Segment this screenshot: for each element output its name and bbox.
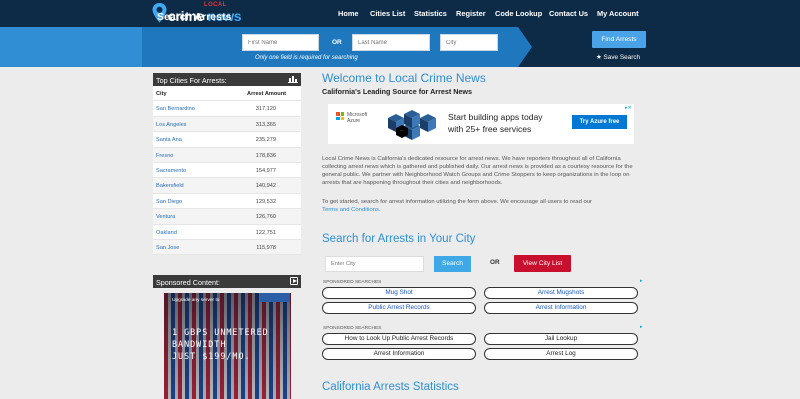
band-or-label: OR <box>332 39 342 46</box>
get-started-text: To get started, search for arrest inform… <box>322 199 593 205</box>
column-city: City <box>156 91 167 97</box>
view-city-list-button[interactable]: View City List <box>514 255 571 272</box>
sponsored-search-link[interactable]: Jail Lookup <box>484 333 638 345</box>
arrest-amount: 235,279 <box>255 137 276 144</box>
terms-link[interactable]: Terms and Conditions <box>322 207 379 213</box>
top-cities-header: Top Cities For Arrests: <box>153 73 301 86</box>
arrest-amount: 317,120 <box>255 106 276 113</box>
table-row: Ventura 126,760 <box>153 209 301 225</box>
top-cities-table: City Arrest Amount San Bernardino 317,120… <box>153 86 301 256</box>
arrest-amount: 129,532 <box>255 198 276 205</box>
arrest-amount: 313,365 <box>255 121 276 128</box>
azure-ad-text: Start building apps today with 25+ free … <box>448 111 543 135</box>
arrest-amount: 122,751 <box>255 229 276 236</box>
ad-choices-icon[interactable] <box>290 277 298 285</box>
city-skyline-icon <box>288 76 298 83</box>
sponsored-searches-label: SPONSORED SEARCHES <box>323 280 382 285</box>
sponsored-content-header: Sponsored Content: <box>153 275 301 288</box>
sponsored-search-link[interactable]: How to Look Up Public Arrest Records <box>322 333 476 345</box>
statistics-heading: California Arrests Statistics <box>322 381 459 393</box>
ad-headline-2: BANDWIDTH <box>172 339 227 349</box>
nav-cities-list[interactable]: Cities List <box>370 9 405 18</box>
sponsored-content-title: Sponsored Content: <box>156 278 220 287</box>
table-row: San Bernardino 317,120 <box>153 101 301 117</box>
city-link[interactable]: Oakland <box>156 230 177 236</box>
intro-paragraph: Local Crime News is California's dedicat… <box>322 156 633 186</box>
nav-my-account[interactable]: My Account <box>597 9 639 18</box>
try-azure-button[interactable]: Try Azure free <box>572 115 627 129</box>
ad-choices-icon[interactable]: ▸ <box>640 278 643 284</box>
table-row: San Jose 115,978 <box>153 239 301 256</box>
cubes-graphic <box>388 110 436 140</box>
city-link[interactable]: San Jose <box>156 245 179 251</box>
table-header-row: City Arrest Amount <box>153 86 301 102</box>
azure-line-1: Start building apps today <box>448 112 543 122</box>
nav-code-lookup[interactable]: Code Lookup <box>495 9 542 18</box>
ad-headline-1: 1 GBPS UNMETERED <box>172 327 269 337</box>
column-arrest-amount: Arrest Amount <box>247 91 286 97</box>
top-cities-title: Top Cities For Arrests: <box>156 76 227 85</box>
city-link[interactable]: Fresno <box>156 153 173 159</box>
nav-home[interactable]: Home <box>338 9 359 18</box>
city-input[interactable] <box>440 34 498 51</box>
save-search-link[interactable]: ★ Save Search <box>596 53 640 61</box>
city-link[interactable]: Sacramento <box>156 168 186 174</box>
search-requirement-note: Only one field is required for searching <box>255 55 358 61</box>
star-icon: ★ <box>596 54 602 61</box>
save-search-label: Save Search <box>603 54 641 61</box>
nav-contact-us[interactable]: Contact Us <box>549 9 588 18</box>
arrest-amount: 126,760 <box>255 214 276 221</box>
find-arrests-button[interactable]: Find Arrests <box>592 31 646 48</box>
city-link[interactable]: San Diego <box>156 199 182 205</box>
sponsored-search-link[interactable]: Mug Shot <box>322 287 476 299</box>
arrest-amount: 140,942 <box>255 183 276 190</box>
city-link[interactable]: Santa Ana <box>156 137 182 143</box>
search-button[interactable]: Search <box>434 256 471 272</box>
page-subtitle: California's Leading Source for Arrest N… <box>322 87 473 96</box>
table-row: Los Angeles 313,365 <box>153 116 301 133</box>
page-title: Welcome to Local Crime News <box>322 71 486 85</box>
sponsored-ad-image[interactable]: Upgrade any server to 1 GBPS UNMETERED B… <box>164 293 291 399</box>
search-city-heading: Search for Arrests in Your City <box>322 233 476 245</box>
microsoft-logo-icon <box>336 112 344 120</box>
arrest-amount: 115,978 <box>256 244 276 251</box>
ad-headline-3: JUST $199/MO. <box>172 351 251 361</box>
table-row: San Diego 129,532 <box>153 194 301 210</box>
top-navigation-bar: LOCAL crime news Home Cities List Statis… <box>0 0 800 27</box>
sponsored-search-link[interactable]: Arrest Mugshots <box>484 287 638 299</box>
ad-upgrade-text: Upgrade any server to <box>172 298 220 303</box>
arrest-amount: 154,977 <box>255 167 276 174</box>
or-label: OR <box>490 259 500 266</box>
city-link[interactable]: Bakersfield <box>156 183 184 189</box>
sponsored-search-link[interactable]: Arrest Information <box>484 302 638 314</box>
city-link[interactable]: Los Angeles <box>156 122 186 128</box>
enter-city-input[interactable] <box>325 256 424 272</box>
sponsored-search-link[interactable]: Arrest Log <box>484 348 638 360</box>
table-row: Sacramento 154,977 <box>153 163 301 179</box>
ad-choices-icon[interactable]: ▸ <box>640 324 643 330</box>
table-row: Bakersfield 140,942 <box>153 178 301 194</box>
search-arrests-title: Search Arrests <box>157 11 232 23</box>
city-link[interactable]: San Bernardino <box>156 106 195 112</box>
first-name-input[interactable] <box>242 34 319 51</box>
ad-choices-icon[interactable]: ▸✕ <box>625 105 632 111</box>
ad-logo-box <box>260 293 290 302</box>
sponsored-searches-label: SPONSORED SEARCHES <box>323 326 382 331</box>
azure-line-2: with 25+ free services <box>448 124 532 134</box>
table-row: Fresno 178,836 <box>153 147 301 163</box>
sponsored-search-link[interactable]: Public Arrest Records <box>322 302 476 314</box>
azure-brand: Microsoft Azure <box>347 112 368 124</box>
city-link[interactable]: Ventura <box>156 214 175 220</box>
nav-register[interactable]: Register <box>456 9 486 18</box>
table-row: Oakland 122,751 <box>153 225 301 240</box>
azure-banner-ad[interactable]: Microsoft Azure Start building apps toda… <box>328 104 634 144</box>
arrest-amount: 178,836 <box>255 152 276 159</box>
nav-statistics[interactable]: Statistics <box>414 9 447 18</box>
get-started-paragraph: To get started, search for arrest inform… <box>322 199 593 213</box>
table-row: Santa Ana 235,279 <box>153 132 301 148</box>
sponsored-search-link[interactable]: Arrest Information <box>322 348 476 360</box>
last-name-input[interactable] <box>352 34 430 51</box>
